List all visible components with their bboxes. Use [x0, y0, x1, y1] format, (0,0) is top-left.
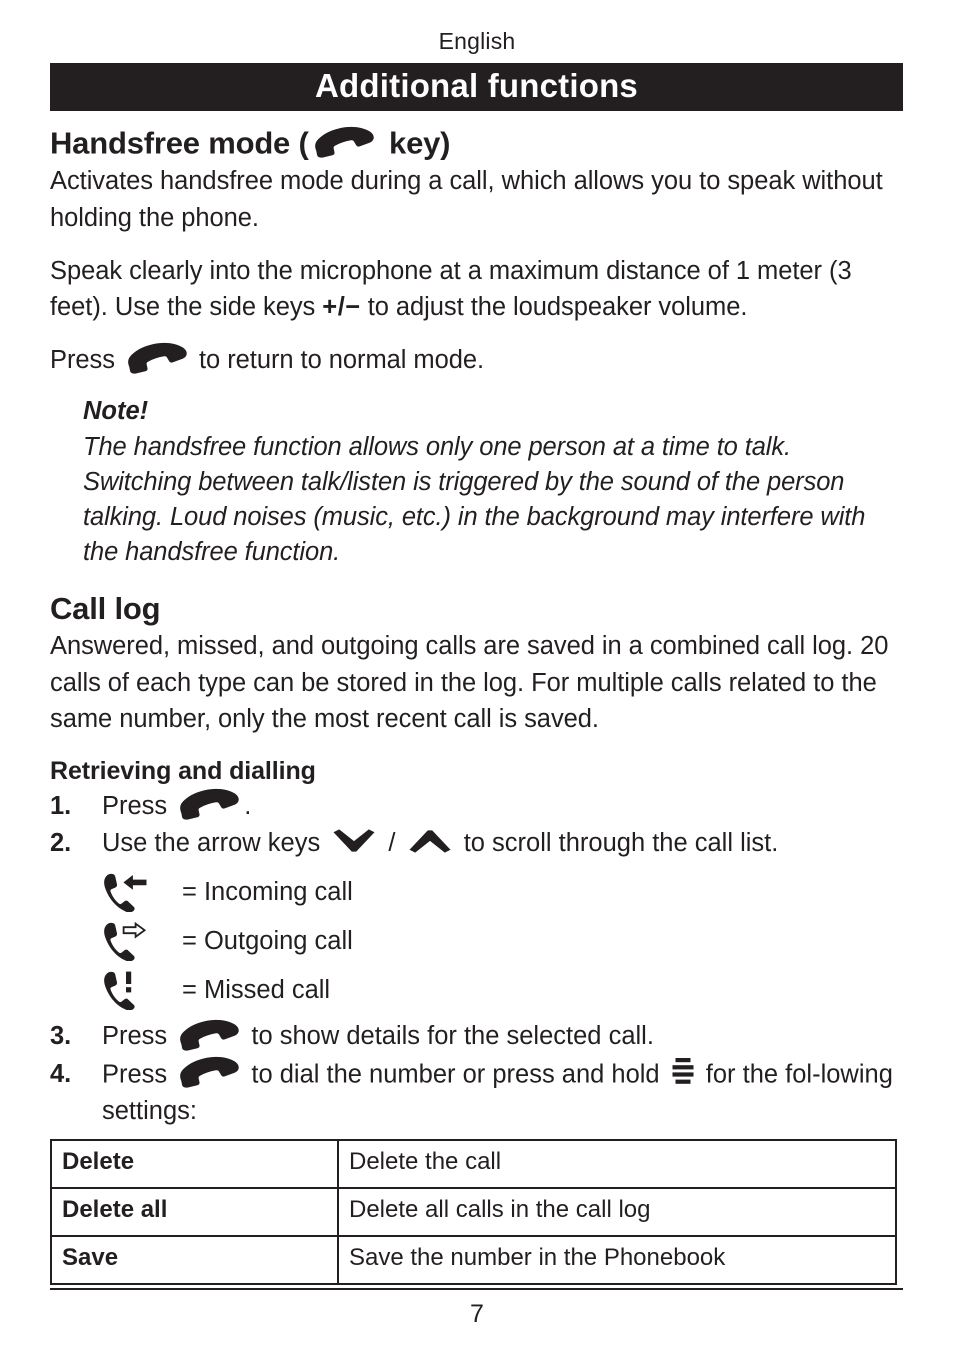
legend-row-incoming: = Incoming call: [50, 867, 903, 916]
table-row: Save Save the number in the Phonebook: [50, 1234, 897, 1285]
chevron-down-icon: [331, 828, 377, 853]
outgoing-call-icon: [102, 921, 182, 961]
legend-label-missed: = Missed call: [182, 975, 331, 1004]
step-2-pre: Use the arrow keys: [102, 829, 328, 858]
step-4-mid: to dial the number or press and hold: [244, 1060, 667, 1089]
table-row: Delete Delete the call: [50, 1138, 897, 1189]
page-number: 7: [470, 1300, 484, 1328]
note-title: Note!: [83, 397, 149, 426]
sub-heading-retrieving-and-dialling: Retrieving and dialling: [50, 757, 316, 786]
handsfree-press-line: Press to return to normal mode.: [50, 342, 903, 378]
footer-rule: [50, 1288, 903, 1290]
step-1-pre: Press: [102, 792, 175, 821]
step-1-post: .: [244, 792, 252, 821]
running-head: English: [438, 28, 516, 54]
step-1-text: Press .: [102, 788, 903, 824]
call-log-paragraph-1: Answered, missed, and outgoing calls are…: [50, 632, 889, 733]
handset-icon: [178, 1019, 240, 1051]
step-2-text: Use the arrow keys / to scroll through t…: [102, 825, 903, 861]
handset-icon: [178, 788, 240, 820]
table-cell-description: Delete the call: [337, 1138, 897, 1189]
manual-page: English Additional functions Handsfree m…: [0, 0, 954, 1354]
settings-table: Delete Delete the call Delete all Delete…: [50, 1138, 897, 1285]
call-type-legend: = Incoming call = Outgoing call = Missed…: [50, 867, 903, 1014]
table-cell-key: Save: [50, 1234, 339, 1285]
chevron-up-icon: [407, 829, 453, 853]
handset-icon: [126, 342, 188, 374]
step-3: 3. Press to show details for the selecte…: [50, 1018, 903, 1054]
section-heading-handsfree-post: key): [380, 125, 451, 161]
step-2-separator: /: [381, 829, 403, 858]
step-4-number: 4.: [50, 1059, 72, 1088]
handsfree-paragraph-2-post: to adjust the loudspeaker volume.: [360, 293, 748, 321]
step-4: 4. Press to dial the number or press and…: [50, 1056, 903, 1129]
legend-label-incoming: = Incoming call: [182, 877, 353, 906]
handsfree-paragraph-1: Activates handsfree mode during a call, …: [50, 167, 883, 232]
step-2-post: to scroll through the call list.: [456, 829, 779, 858]
page-content: Handsfree mode ( key) Activates handsfre…: [50, 126, 903, 1285]
menu-icon: [671, 1056, 695, 1086]
chapter-title-bar: Additional functions: [50, 63, 903, 111]
table-cell-key: Delete all: [50, 1186, 339, 1237]
handset-icon: [313, 126, 375, 158]
note-body: The handsfree function allows only one p…: [83, 433, 866, 566]
incoming-call-icon-glyph: [102, 872, 148, 912]
table-cell-key: Delete: [50, 1138, 339, 1189]
step-3-number: 3.: [50, 1022, 72, 1051]
step-3-pre: Press: [102, 1022, 175, 1051]
legend-label-outgoing: = Outgoing call: [182, 926, 353, 955]
table-row: Delete all Delete all calls in the call …: [50, 1186, 897, 1237]
step-3-post: to show details for the selected call.: [244, 1022, 654, 1051]
handsfree-press-line-post: to return to normal mode.: [191, 346, 485, 375]
handset-icon: [178, 1056, 240, 1089]
table-cell-description: Save the number in the Phonebook: [337, 1234, 897, 1285]
side-keys-label: +/−: [322, 293, 361, 321]
table-cell-description: Delete all calls in the call log: [337, 1186, 897, 1237]
handsfree-press-line-pre: Press: [50, 346, 122, 375]
chapter-title: Additional functions: [315, 67, 638, 105]
step-4-pre: Press: [102, 1060, 175, 1089]
legend-row-outgoing: = Outgoing call: [50, 916, 903, 965]
outgoing-call-icon-glyph: [102, 921, 148, 961]
steps-list: 1. Press . 2. Use the arrow keys / to sc…: [50, 788, 903, 1129]
missed-call-icon: [102, 970, 182, 1010]
step-2: 2. Use the arrow keys / to scroll throug…: [50, 825, 903, 861]
legend-row-missed: = Missed call: [50, 965, 903, 1014]
step-1-number: 1.: [50, 792, 72, 821]
step-4-text: Press to dial the number or press and ho…: [102, 1056, 903, 1129]
step-2-number: 2.: [50, 829, 72, 858]
step-1: 1. Press .: [50, 788, 903, 824]
section-heading-handsfree: Handsfree mode ( key): [50, 126, 903, 161]
incoming-call-icon: [102, 872, 182, 912]
section-heading-handsfree-pre: Handsfree mode (: [50, 125, 309, 161]
note-block: Note! The handsfree function allows only…: [83, 395, 903, 569]
handsfree-paragraph-2: Speak clearly into the microphone at a m…: [50, 253, 903, 325]
missed-call-icon-glyph: [102, 970, 148, 1010]
section-heading-call-log: Call log: [50, 590, 161, 626]
step-3-text: Press to show details for the selected c…: [102, 1018, 903, 1054]
